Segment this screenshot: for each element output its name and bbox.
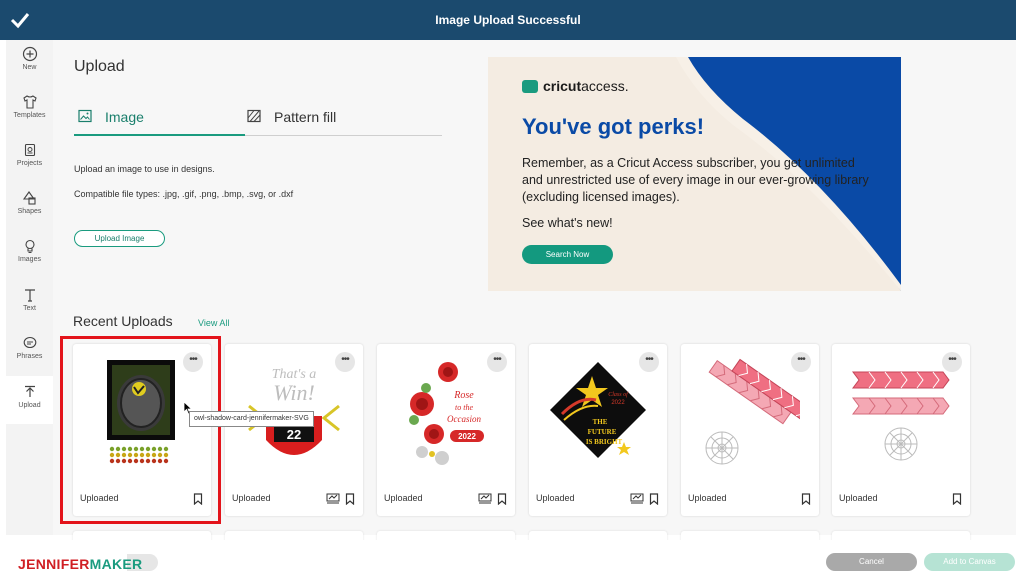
- card-status-label: Uploaded: [688, 493, 727, 503]
- lightbulb-icon: [24, 239, 35, 254]
- search-now-button[interactable]: Search Now: [522, 245, 613, 264]
- card-status-label: Uploaded: [232, 493, 271, 503]
- mat-icon[interactable]: [326, 493, 340, 504]
- upload-description: Upload an image to use in designs.: [74, 164, 215, 174]
- svg-text:to the: to the: [455, 403, 473, 412]
- sidebar-item-templates[interactable]: Templates: [6, 94, 53, 119]
- svg-text:22: 22: [287, 427, 301, 442]
- sidebar-item-label: Phrases: [16, 353, 43, 360]
- tab-label: Pattern fill: [274, 109, 337, 125]
- mat-icon[interactable]: [478, 493, 492, 504]
- svg-text:THE: THE: [593, 418, 608, 426]
- shapes-icon: [22, 191, 36, 205]
- svg-text:Class of: Class of: [608, 391, 629, 398]
- future-bright-thumbnail: Class of 2022 THE FUTURE IS BRIGHT: [550, 362, 646, 458]
- sidebar-item-upload[interactable]: Upload: [6, 376, 53, 424]
- footer-bar: JENNIFERMAKER Cancel Add to Canvas: [0, 540, 1016, 575]
- bookmark-icon[interactable]: [952, 493, 962, 505]
- sidebar-item-label: Text: [23, 305, 36, 312]
- tab-label: Image: [105, 109, 144, 125]
- upload-image-button[interactable]: Upload Image: [74, 230, 165, 247]
- banner-body-text: Remember, as a Cricut Access subscriber,…: [522, 156, 869, 204]
- card-status-label: Uploaded: [536, 493, 575, 503]
- add-to-canvas-button[interactable]: Add to Canvas: [924, 553, 1015, 571]
- upload-card[interactable]: ••• Uploaded: [681, 344, 819, 516]
- speech-bubble-icon: [23, 336, 36, 349]
- bookmark-icon[interactable]: [801, 493, 811, 505]
- cancel-button[interactable]: Cancel: [826, 553, 917, 571]
- pattern-icon: [247, 109, 261, 123]
- mat-icon[interactable]: [630, 493, 644, 504]
- chevron-strips-light-thumbnail: [705, 358, 800, 465]
- svg-text:2022: 2022: [611, 400, 625, 406]
- upload-icon: [24, 385, 35, 397]
- cricut-logo-icon: [522, 80, 538, 93]
- bookmark-icon[interactable]: [497, 493, 507, 505]
- upload-card[interactable]: ••• Rose to the Occasion 2022 Uploaded: [377, 344, 515, 516]
- tab-image[interactable]: Image: [78, 106, 244, 136]
- text-icon: [24, 289, 35, 302]
- sidebar-item-label: Templates: [13, 112, 46, 119]
- bookmark-icon[interactable]: [649, 493, 659, 505]
- card-status-label: Uploaded: [839, 493, 878, 503]
- sidebar-item-label: Shapes: [17, 208, 42, 215]
- highlight-box: [60, 336, 221, 524]
- filename-tooltip: owl-shadow-card-jennifermaker-SVG: [189, 411, 314, 427]
- sidebar-item-label: Images: [18, 256, 41, 263]
- rose-occasion-thumbnail: Rose to the Occasion 2022: [409, 362, 484, 465]
- sidebar-item-label: New: [22, 64, 37, 71]
- sidebar-item-projects[interactable]: Projects: [6, 142, 53, 167]
- sidebar-item-label: Projects: [16, 160, 43, 167]
- banner-whats-new: See what's new!: [522, 216, 613, 230]
- upload-card[interactable]: ••• Uploaded: [832, 344, 970, 516]
- bookmark-icon[interactable]: [345, 493, 355, 505]
- cricut-access-logo: cricutaccess.: [522, 78, 629, 94]
- tab-pattern-fill[interactable]: Pattern fill: [247, 106, 441, 136]
- card-status-label: Uploaded: [384, 493, 423, 503]
- sidebar-item-new[interactable]: New: [6, 46, 53, 71]
- sidebar-item-shapes[interactable]: Shapes: [6, 190, 53, 215]
- jennifermaker-logo: JENNIFERMAKER: [18, 556, 143, 572]
- svg-text:2022: 2022: [458, 432, 476, 441]
- cricut-access-banner: cricutaccess. You've got perks! Remember…: [488, 57, 901, 291]
- sidebar: New Templates Projects Shapes Images Tex…: [6, 40, 53, 535]
- svg-text:FUTURE: FUTURE: [588, 428, 617, 436]
- project-icon: [24, 143, 35, 157]
- view-all-link[interactable]: View All: [198, 318, 229, 328]
- banner-headline: You've got perks!: [522, 114, 705, 139]
- header-bar: Image Upload Successful: [0, 0, 1016, 40]
- tab-active-indicator: [74, 134, 245, 136]
- recent-uploads-title: Recent Uploads: [73, 313, 173, 329]
- chevron-strips-thumbnail: [852, 371, 950, 461]
- svg-text:IS BRIGHT: IS BRIGHT: [586, 438, 623, 446]
- sidebar-item-label: Upload: [18, 402, 41, 409]
- svg-text:Win!: Win!: [273, 380, 315, 405]
- svg-text:Occasion: Occasion: [447, 414, 481, 424]
- upload-title: Upload: [74, 58, 125, 75]
- upload-card[interactable]: ••• Class of 2022 THE FUTURE IS BRIGHT U…: [529, 344, 667, 516]
- svg-text:Rose: Rose: [453, 390, 474, 401]
- tshirt-icon: [22, 95, 37, 109]
- file-types-text: Compatible file types: .jpg, .gif, .png,…: [74, 189, 294, 199]
- header-title: Image Upload Successful: [435, 13, 581, 27]
- plus-circle-icon: [22, 46, 37, 62]
- sidebar-item-text[interactable]: Text: [6, 287, 53, 312]
- upload-card[interactable]: ••• That's a Win! 22 Uploaded: [225, 344, 363, 516]
- image-icon: [78, 109, 92, 123]
- sidebar-item-phrases[interactable]: Phrases: [6, 335, 53, 360]
- sidebar-item-images[interactable]: Images: [6, 238, 53, 263]
